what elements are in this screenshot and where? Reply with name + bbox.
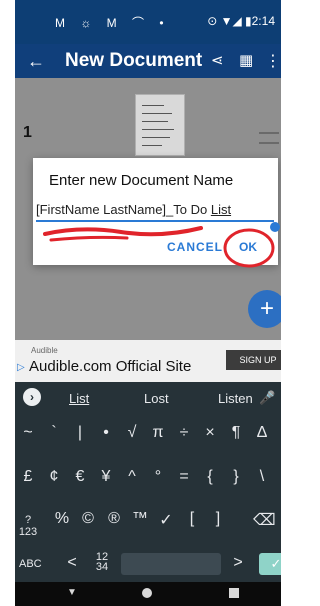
spacebar-key[interactable] bbox=[121, 553, 221, 575]
key-numpad-toggle[interactable]: 12 34 bbox=[91, 552, 113, 573]
back-arrow-icon[interactable]: ← bbox=[27, 51, 45, 72]
list-item-number: 1 bbox=[23, 124, 32, 141]
key[interactable]: = bbox=[173, 468, 195, 486]
key[interactable]: [ bbox=[181, 510, 203, 528]
key[interactable]: \ bbox=[251, 468, 273, 486]
status-bar: M ☼ M ⌒ • ⊙ ▼◢ ▮2:14 bbox=[15, 0, 281, 44]
suggestion-3[interactable]: Listen bbox=[218, 391, 253, 406]
more-options-icon[interactable]: ⋮ bbox=[265, 51, 281, 71]
key[interactable]: ™ bbox=[129, 510, 151, 528]
key[interactable]: ~ bbox=[17, 424, 39, 442]
key[interactable]: ^ bbox=[121, 468, 143, 486]
key[interactable]: } bbox=[225, 468, 247, 486]
key[interactable]: ∆ bbox=[251, 424, 273, 442]
document-thumbnail[interactable] bbox=[135, 94, 185, 156]
key[interactable]: € bbox=[69, 468, 91, 486]
print-icon[interactable]: ▦ bbox=[239, 51, 253, 69]
nav-recents-icon[interactable] bbox=[229, 588, 239, 598]
navigation-bar: ▼ bbox=[15, 582, 281, 606]
ad-choices-icon[interactable]: ▷ bbox=[17, 362, 25, 373]
ad-banner[interactable]: Audible ▷ Audible.com Official Site SIGN… bbox=[15, 340, 281, 382]
key[interactable]: ` bbox=[43, 424, 65, 442]
suggestion-1[interactable]: List bbox=[69, 391, 89, 406]
share-icon[interactable]: ⋖ bbox=[211, 51, 224, 69]
key[interactable]: < bbox=[61, 554, 83, 572]
key[interactable]: ÷ bbox=[173, 424, 195, 442]
key[interactable]: ] bbox=[207, 510, 229, 528]
ad-headline[interactable]: Audible.com Official Site bbox=[29, 358, 191, 375]
key-abc-toggle[interactable]: ABC bbox=[19, 558, 42, 570]
page-title: New Document bbox=[65, 50, 203, 71]
app-bar: ← New Document ⋖ ▦ ⋮ bbox=[15, 44, 281, 78]
suggestion-2[interactable]: Lost bbox=[144, 391, 169, 406]
status-icons-left: M ☼ M ⌒ • bbox=[55, 16, 170, 30]
key[interactable]: ¥ bbox=[95, 468, 117, 486]
key[interactable]: ¶ bbox=[225, 424, 247, 442]
device-screen: M ☼ M ⌒ • ⊙ ▼◢ ▮2:14 ← New Document ⋖ ▦ … bbox=[15, 0, 281, 606]
key[interactable]: ✓ bbox=[155, 510, 177, 530]
key[interactable]: × bbox=[199, 424, 221, 442]
key[interactable]: ¢ bbox=[43, 468, 65, 486]
microphone-icon[interactable]: 🎤 bbox=[259, 390, 275, 406]
keyboard: › List Lost Listen 🎤 ~ ` | • √ π ÷ × ¶ ∆… bbox=[15, 382, 281, 582]
drag-handle-icon[interactable] bbox=[259, 132, 279, 144]
enter-key[interactable]: ✓ bbox=[259, 553, 281, 575]
key[interactable]: © bbox=[77, 510, 99, 528]
add-document-button[interactable]: + bbox=[248, 290, 281, 328]
annotation-scribble bbox=[43, 226, 275, 268]
key-symbols-toggle[interactable]: ?123 bbox=[17, 514, 39, 538]
key[interactable]: { bbox=[199, 468, 221, 486]
key[interactable]: • bbox=[95, 424, 117, 442]
backspace-key[interactable]: ⌫ bbox=[253, 510, 276, 530]
ad-brand: Audible bbox=[31, 346, 58, 355]
key[interactable]: π bbox=[147, 424, 169, 442]
ad-signup-button[interactable]: SIGN UP bbox=[226, 350, 281, 370]
key[interactable]: ° bbox=[147, 468, 169, 486]
key[interactable]: > bbox=[227, 554, 249, 572]
key[interactable]: % bbox=[51, 510, 73, 528]
status-icons-right: ⊙ ▼◢ ▮2:14 bbox=[207, 14, 275, 28]
key[interactable]: | bbox=[69, 424, 91, 442]
key[interactable]: ® bbox=[103, 510, 125, 528]
key[interactable]: √ bbox=[121, 424, 143, 442]
key[interactable]: £ bbox=[17, 468, 39, 486]
chevron-right-icon[interactable]: › bbox=[23, 388, 41, 406]
nav-back-icon[interactable]: ▼ bbox=[67, 587, 77, 598]
suggestion-bar: › List Lost Listen 🎤 bbox=[15, 382, 281, 412]
dialog-title: Enter new Document Name bbox=[49, 172, 234, 189]
nav-home-icon[interactable] bbox=[142, 588, 152, 598]
